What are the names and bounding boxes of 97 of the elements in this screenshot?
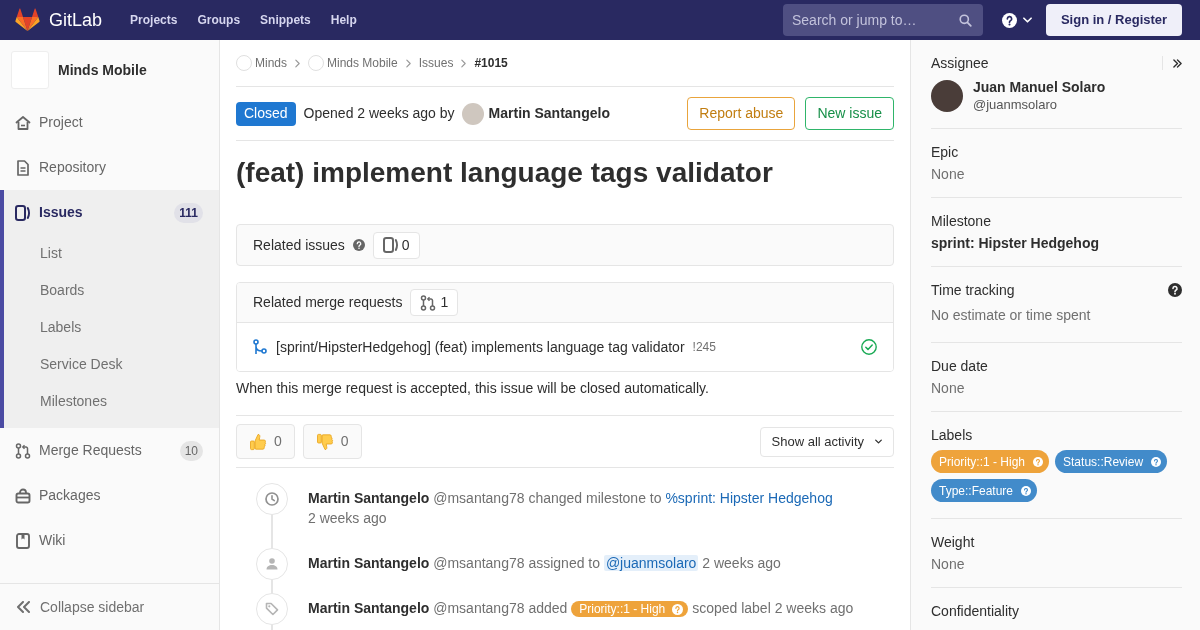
section-title: Related issues (253, 235, 345, 255)
count-value: 0 (401, 235, 410, 255)
section-value: No estimate or time spent (931, 306, 1092, 325)
system-note: Martin Santangelo @msantang78 added Priority::1 - High scoped label 2 weeks ago (308, 599, 855, 620)
chevron-right-icon (405, 58, 411, 68)
section-label: Epic (931, 142, 959, 162)
thumbs-down-icon (315, 432, 334, 451)
issue-meta: Opened 2 weeks ago by (303, 104, 455, 123)
section-label: Due date (931, 356, 988, 376)
search-icon (959, 14, 972, 27)
breadcrumb-link[interactable]: Minds (236, 54, 287, 72)
issue-action-button[interactable]: New issue (805, 97, 894, 130)
nav-link[interactable]: Projects (130, 11, 178, 29)
help-icon (1033, 456, 1044, 467)
breadcrumb-current[interactable]: #1015 (474, 54, 508, 72)
sidebar-nav-item[interactable]: Wiki (0, 518, 219, 563)
help-icon (1151, 456, 1162, 467)
status-badge: Closed (236, 101, 296, 126)
avatar-icon (308, 55, 324, 71)
search-field[interactable]: Search or jump to… (783, 4, 983, 36)
help-icon[interactable] (1002, 12, 1017, 28)
count-value: 1 (440, 293, 449, 312)
sidebar-subnav-item[interactable]: Milestones (4, 383, 219, 420)
sidebar-subnav-item[interactable]: Labels (4, 309, 219, 346)
sidebar-nav-item[interactable]: Merge Requests 10 (0, 428, 219, 473)
chevron-right-icon (461, 58, 467, 68)
issues-icon (15, 204, 31, 221)
section-label: Labels (931, 425, 973, 445)
document-icon (15, 159, 31, 176)
section-label: Confidentiality (931, 601, 1019, 621)
section-label: Time tracking (931, 280, 1015, 300)
section-value: None (931, 379, 966, 398)
issues-icon (382, 237, 399, 253)
help-icon[interactable] (1168, 283, 1182, 297)
count-badge: 111 (174, 202, 203, 223)
issue-action-button[interactable]: Report abuse (687, 97, 796, 130)
user-avatar-icon (931, 79, 963, 112)
user-mention[interactable]: @juanmsolaro (603, 555, 699, 571)
label-badge[interactable]: Status::Review (1055, 450, 1168, 473)
nav-link[interactable]: Snippets (260, 11, 311, 29)
section-value: None (931, 165, 966, 184)
sidebar-nav-item[interactable]: Packages (0, 473, 219, 518)
sidebar-nav-item[interactable]: Project (0, 100, 219, 145)
sidebar-subnav-item[interactable]: Boards (4, 272, 219, 309)
nav-link[interactable]: Help (330, 11, 357, 29)
package-icon (15, 487, 31, 504)
merge-request-id: !245 (692, 339, 716, 356)
award-button[interactable]: 0 (236, 424, 295, 459)
avatar-icon (236, 55, 252, 71)
section-label: Weight (931, 532, 975, 552)
clock-icon (256, 483, 288, 515)
nav-link[interactable]: Groups (197, 11, 241, 29)
tag-icon (256, 593, 288, 625)
breadcrumb-link[interactable]: Minds Mobile (308, 54, 398, 72)
help-icon (1021, 485, 1032, 496)
user-avatar-icon (461, 102, 484, 125)
merge-request-link[interactable]: [sprint/HipsterHedgehog] (feat) implements language tag validator (276, 336, 685, 358)
system-note: Martin Santangelo @msantang78 changed milestone to %sprint: Hipster Hedgehog 2 weeks ago (308, 489, 834, 528)
book-icon (15, 532, 31, 549)
issue-title: (feat) implement language tags validator (236, 156, 774, 190)
person-icon (256, 548, 288, 580)
home-link[interactable]: GitLab (0, 8, 103, 32)
merge-request-icon (420, 294, 437, 311)
system-note: Martin Santangelo @msantang78 assigned to @juanmsolaro 2 weeks ago (308, 554, 782, 573)
home-icon (15, 114, 31, 131)
chevron-down-icon (875, 439, 882, 444)
activity-filter-dropdown[interactable]: Show all activity (759, 426, 894, 457)
section-label: Assignee (931, 53, 989, 73)
award-button[interactable]: 0 (302, 424, 362, 459)
count-badge: 10 (179, 440, 203, 461)
assignee-name[interactable]: Juan Manuel Solaro (973, 78, 1106, 96)
thumbs-up-icon (249, 432, 267, 451)
fox-logo-icon (15, 8, 40, 32)
check-circle-icon[interactable] (861, 339, 877, 355)
sidebar-subnav-item[interactable]: Service Desk (4, 346, 219, 383)
section-label: Milestone (931, 211, 991, 231)
project-name: Minds Mobile (58, 60, 147, 80)
double-chevron-right-icon[interactable] (1173, 58, 1182, 68)
label-badge[interactable]: Type::Feature (931, 479, 1038, 502)
sidebar-subnav-item[interactable]: List (4, 235, 219, 272)
merge-request-icon (15, 442, 31, 459)
section-value: None (931, 555, 966, 574)
chevron-down-icon[interactable] (1023, 17, 1032, 23)
closing-note: When this merge request is accepted, this issue will be closed automatically. (236, 379, 710, 398)
sign-in-button[interactable]: Sign in / Register (1046, 4, 1182, 36)
section-title: Related merge requests (253, 293, 403, 312)
section-value: sprint: Hipster Hedgehog (931, 234, 1100, 253)
milestone-link[interactable]: %sprint: Hipster Hedgehog (665, 490, 833, 506)
breadcrumb-link[interactable]: Issues (418, 54, 454, 72)
help-icon (672, 603, 684, 615)
author-link[interactable]: Martin Santangelo (488, 103, 610, 124)
assignee-username: @juanmsolaro (973, 96, 1058, 113)
double-chevron-left-icon (16, 601, 30, 613)
branch-icon (253, 339, 267, 355)
sidebar-nav-item[interactable]: Issues 111 (4, 190, 219, 235)
chevron-right-icon (295, 58, 300, 68)
sidebar-nav-item[interactable]: Repository (0, 145, 219, 190)
